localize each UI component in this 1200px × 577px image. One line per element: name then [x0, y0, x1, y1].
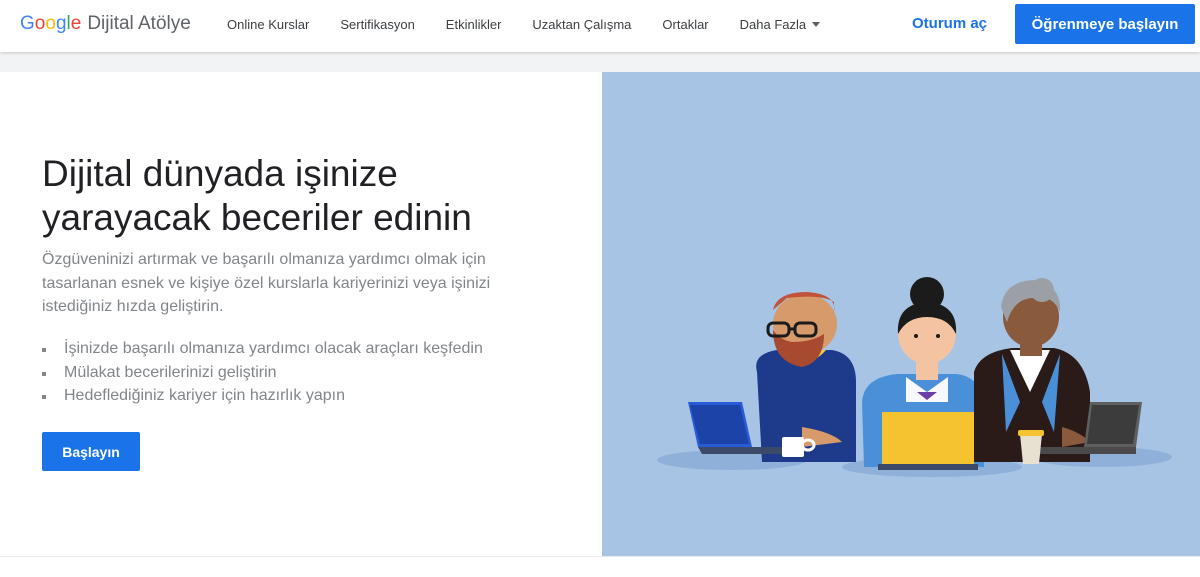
- main-nav: Online Kurslar Sertifikasyon Etkinlikler…: [227, 0, 851, 48]
- logo-letter: g: [55, 13, 67, 34]
- hero-bottom-divider: [0, 556, 1200, 557]
- logo-letter: o: [34, 13, 46, 34]
- woman-figure: [862, 277, 984, 470]
- logo-product-name: Dijital Atölye: [87, 13, 191, 34]
- scrolled-content-strip: [0, 52, 1200, 72]
- nav-online-courses[interactable]: Online Kurslar: [227, 17, 309, 32]
- logo-letter: o: [45, 13, 56, 34]
- nav-certification[interactable]: Sertifikasyon: [340, 17, 414, 32]
- top-navigation-bar: Google Dijital Atölye Online Kurslar Ser…: [0, 0, 1200, 52]
- logo-letter: G: [20, 13, 35, 34]
- google-digital-atolye-logo[interactable]: Google Dijital Atölye: [20, 13, 191, 39]
- nav-remote-work[interactable]: Uzaktan Çalışma: [532, 17, 631, 32]
- hero-subtitle: Özgüveninizi artırmak ve başarılı olmanı…: [42, 251, 491, 315]
- bullet-item: İşinizde başarılı olmanıza yardımcı olac…: [42, 337, 483, 361]
- hero-title: Dijital dünyada işinize yarayacak beceri…: [42, 152, 562, 240]
- start-learning-button[interactable]: Öğrenmeye başlayın: [1015, 4, 1195, 44]
- bullet-item: Mülakat becerilerinizi geliştirin: [42, 361, 483, 385]
- hero-title-line-1: Dijital dünyada işinize: [42, 153, 398, 194]
- get-started-button[interactable]: Başlayın: [42, 432, 140, 471]
- nav-more-dropdown[interactable]: Daha Fazla: [739, 16, 821, 32]
- nav-events[interactable]: Etkinlikler: [446, 17, 502, 32]
- hero-title-line-2: yarayacak beceriler edinin: [42, 197, 472, 238]
- hero-bullet-list: İşinizde başarılı olmanıza yardımcı olac…: [42, 337, 483, 408]
- hero-illustration-panel: [602, 72, 1200, 556]
- people-with-laptops-illustration: [657, 277, 1172, 477]
- nav-more-label: Daha Fazla: [739, 16, 807, 32]
- caret-down-icon: [812, 21, 821, 27]
- grey-haired-man-figure: [974, 278, 1142, 464]
- bullet-item: Hedeflediğiniz kariyer için hazırlık yap…: [42, 384, 483, 408]
- nav-partners[interactable]: Ortaklar: [662, 17, 708, 32]
- logo-letter: e: [70, 13, 82, 34]
- signin-link[interactable]: Oturum aç: [912, 15, 987, 32]
- google-wordmark: Google: [20, 13, 81, 35]
- bearded-man-figure: [688, 292, 856, 462]
